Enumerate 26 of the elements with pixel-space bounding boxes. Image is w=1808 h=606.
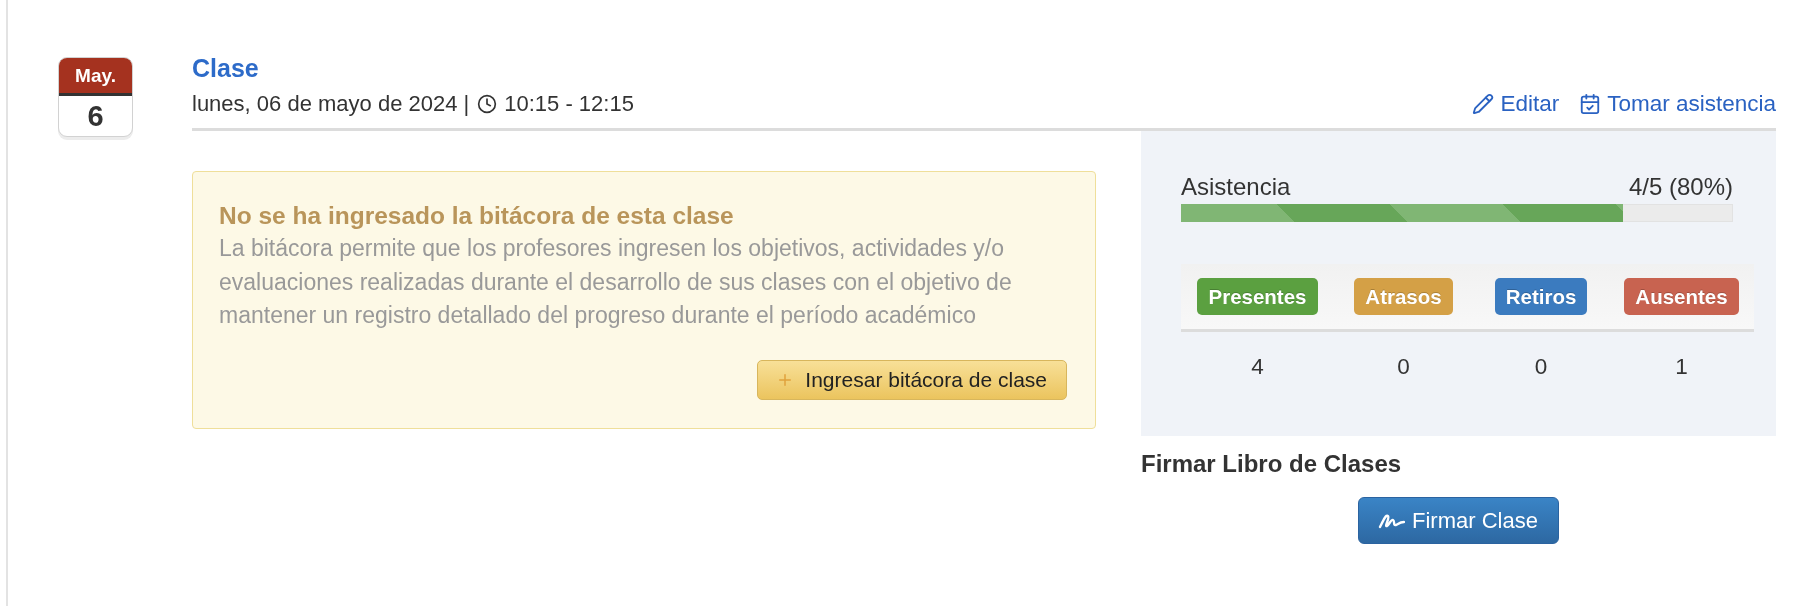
class-date: lunes, 06 de mayo de 2024 | <box>192 90 470 118</box>
count-cell-text: 4 <box>1251 353 1264 381</box>
count-cell-text: 0 <box>1534 353 1548 381</box>
notice-text: La bitácora permite que los profesores ingresen los objetivos, actividades y/o evaluaciones realizadas durante el desarrollo de sus clases con el objetivo de mantener un registro detallado del progreso durante el período académico <box>219 234 1013 330</box>
status-badge: Presentes <box>1197 278 1318 315</box>
add-log-button[interactable]: Ingresar bitácora de clase <box>757 359 1067 400</box>
calendar-check-icon <box>1579 92 1602 115</box>
attendance-reading: 4/5 (80%) <box>1628 172 1733 201</box>
status-badge: Ausentes <box>1624 278 1739 315</box>
count-cell-text: 0 <box>1397 353 1410 381</box>
signature-icon <box>1378 511 1406 530</box>
signature-heading: Firmar Libro de Clases <box>1141 449 1403 478</box>
pencil-icon <box>1472 92 1495 115</box>
calendar-month: May. <box>59 58 132 96</box>
status-badge: Retiros <box>1494 278 1588 315</box>
status-badge: Atrasos <box>1354 278 1453 315</box>
count-cell-text: 1 <box>1675 353 1688 381</box>
attendance-label: Asistencia <box>1181 172 1291 201</box>
clock-icon <box>477 93 498 114</box>
class-title-link[interactable]: Clase <box>192 53 259 83</box>
sign-class-button[interactable]: Firmar Clase <box>1358 497 1559 544</box>
notice-title: No se ha ingresado la bitácora de esta clase <box>219 201 735 230</box>
edit-link[interactable]: Editar <box>1472 87 1560 120</box>
calendar-day: 6 <box>87 100 104 132</box>
class-time: 10:15 - 12:15 <box>504 90 634 118</box>
take-attendance-link[interactable]: Tomar asistencia <box>1579 87 1776 120</box>
